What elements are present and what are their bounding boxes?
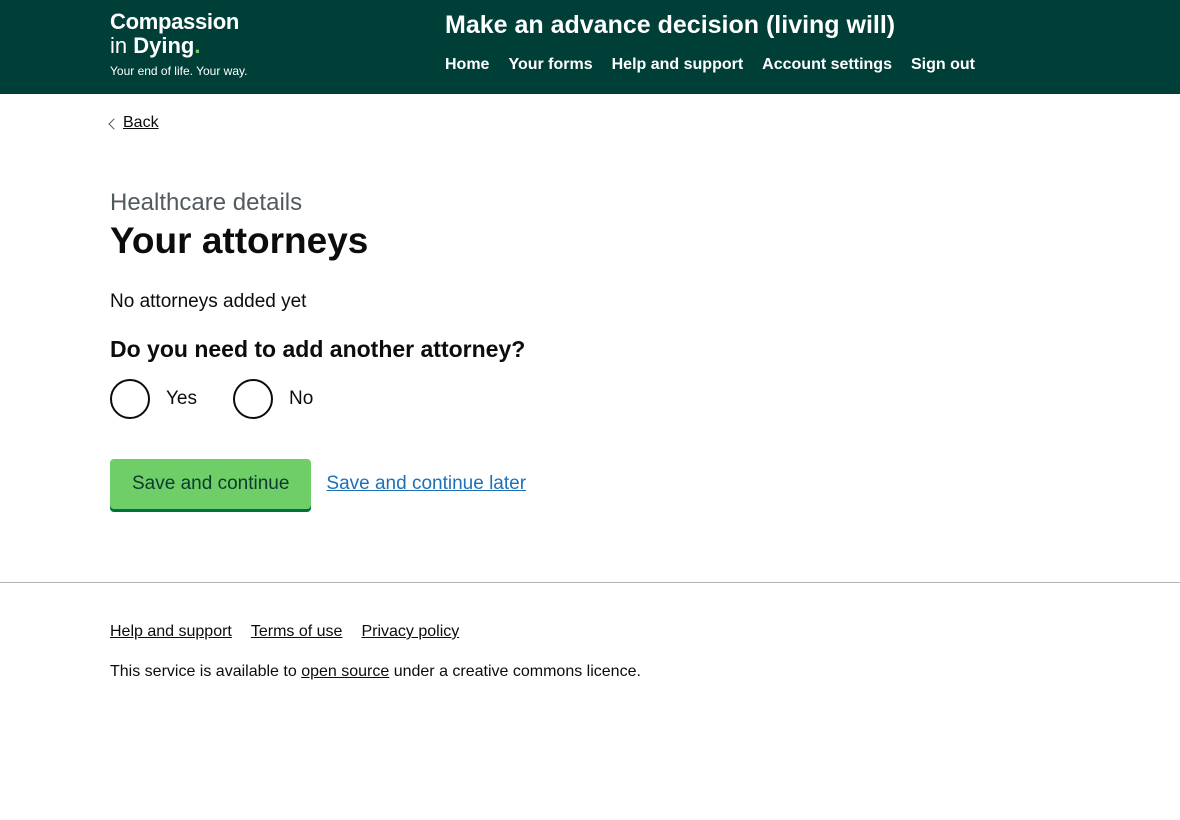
page-title: Your attorneys: [110, 220, 369, 261]
logo-text-bold: Dying: [133, 33, 195, 58]
footer-links: Help and support Terms of use Privacy po…: [110, 623, 478, 641]
radio-option-yes[interactable]: Yes: [110, 379, 197, 419]
logo-tagline: Your end of life. Your way.: [110, 64, 248, 78]
site-footer: Help and support Terms of use Privacy po…: [0, 582, 1180, 820]
back-link[interactable]: Back: [123, 114, 159, 132]
logo-text-line1: Compassion: [110, 9, 240, 34]
nav-account-settings[interactable]: Account settings: [762, 54, 892, 76]
radio-label-yes[interactable]: Yes: [166, 388, 197, 410]
radio-no[interactable]: [233, 379, 273, 419]
main-navigation: Home Your forms Help and support Account…: [445, 54, 994, 76]
open-source-link[interactable]: open source: [301, 663, 389, 680]
compassion-in-dying-logo[interactable]: Compassion in Dying. Your end of life. Y…: [110, 9, 270, 79]
section-caption: Healthcare details: [110, 189, 303, 216]
logo-text-prefix: in: [110, 33, 134, 58]
save-and-continue-button[interactable]: Save and continue: [110, 459, 312, 509]
logo-text-line2: in Dying.: [110, 34, 270, 58]
save-and-continue-later-link[interactable]: Save and continue later: [326, 473, 526, 495]
nav-sign-out[interactable]: Sign out: [911, 54, 975, 76]
footer-link-terms[interactable]: Terms of use: [251, 623, 343, 641]
nav-your-forms[interactable]: Your forms: [508, 54, 592, 76]
radio-label-no[interactable]: No: [289, 388, 313, 410]
radio-option-no[interactable]: No: [233, 379, 313, 419]
nav-help-support[interactable]: Help and support: [612, 54, 744, 76]
site-header: Compassion in Dying. Your end of life. Y…: [0, 0, 1180, 94]
form-actions: Save and continue Save and continue late…: [110, 459, 526, 509]
no-attorneys-message: No attorneys added yet: [110, 291, 307, 312]
main-content: Back Healthcare details Your attorneys N…: [0, 94, 1180, 582]
licence-prefix: This service is available to: [110, 663, 302, 680]
back-link-container: Back: [108, 114, 159, 132]
add-attorney-radio-group: Yes No: [110, 379, 313, 419]
service-title: Make an advance decision (living will): [445, 11, 896, 39]
nav-home[interactable]: Home: [445, 54, 489, 76]
radio-yes[interactable]: [110, 379, 150, 419]
add-attorney-question: Do you need to add another attorney?: [110, 336, 526, 362]
licence-suffix: under a creative commons licence.: [389, 663, 641, 680]
chevron-left-icon: [108, 117, 120, 130]
footer-link-help-support[interactable]: Help and support: [110, 623, 232, 641]
logo-dot: .: [194, 33, 201, 58]
licence-text: This service is available to open source…: [110, 663, 641, 681]
footer-link-privacy[interactable]: Privacy policy: [361, 623, 459, 641]
